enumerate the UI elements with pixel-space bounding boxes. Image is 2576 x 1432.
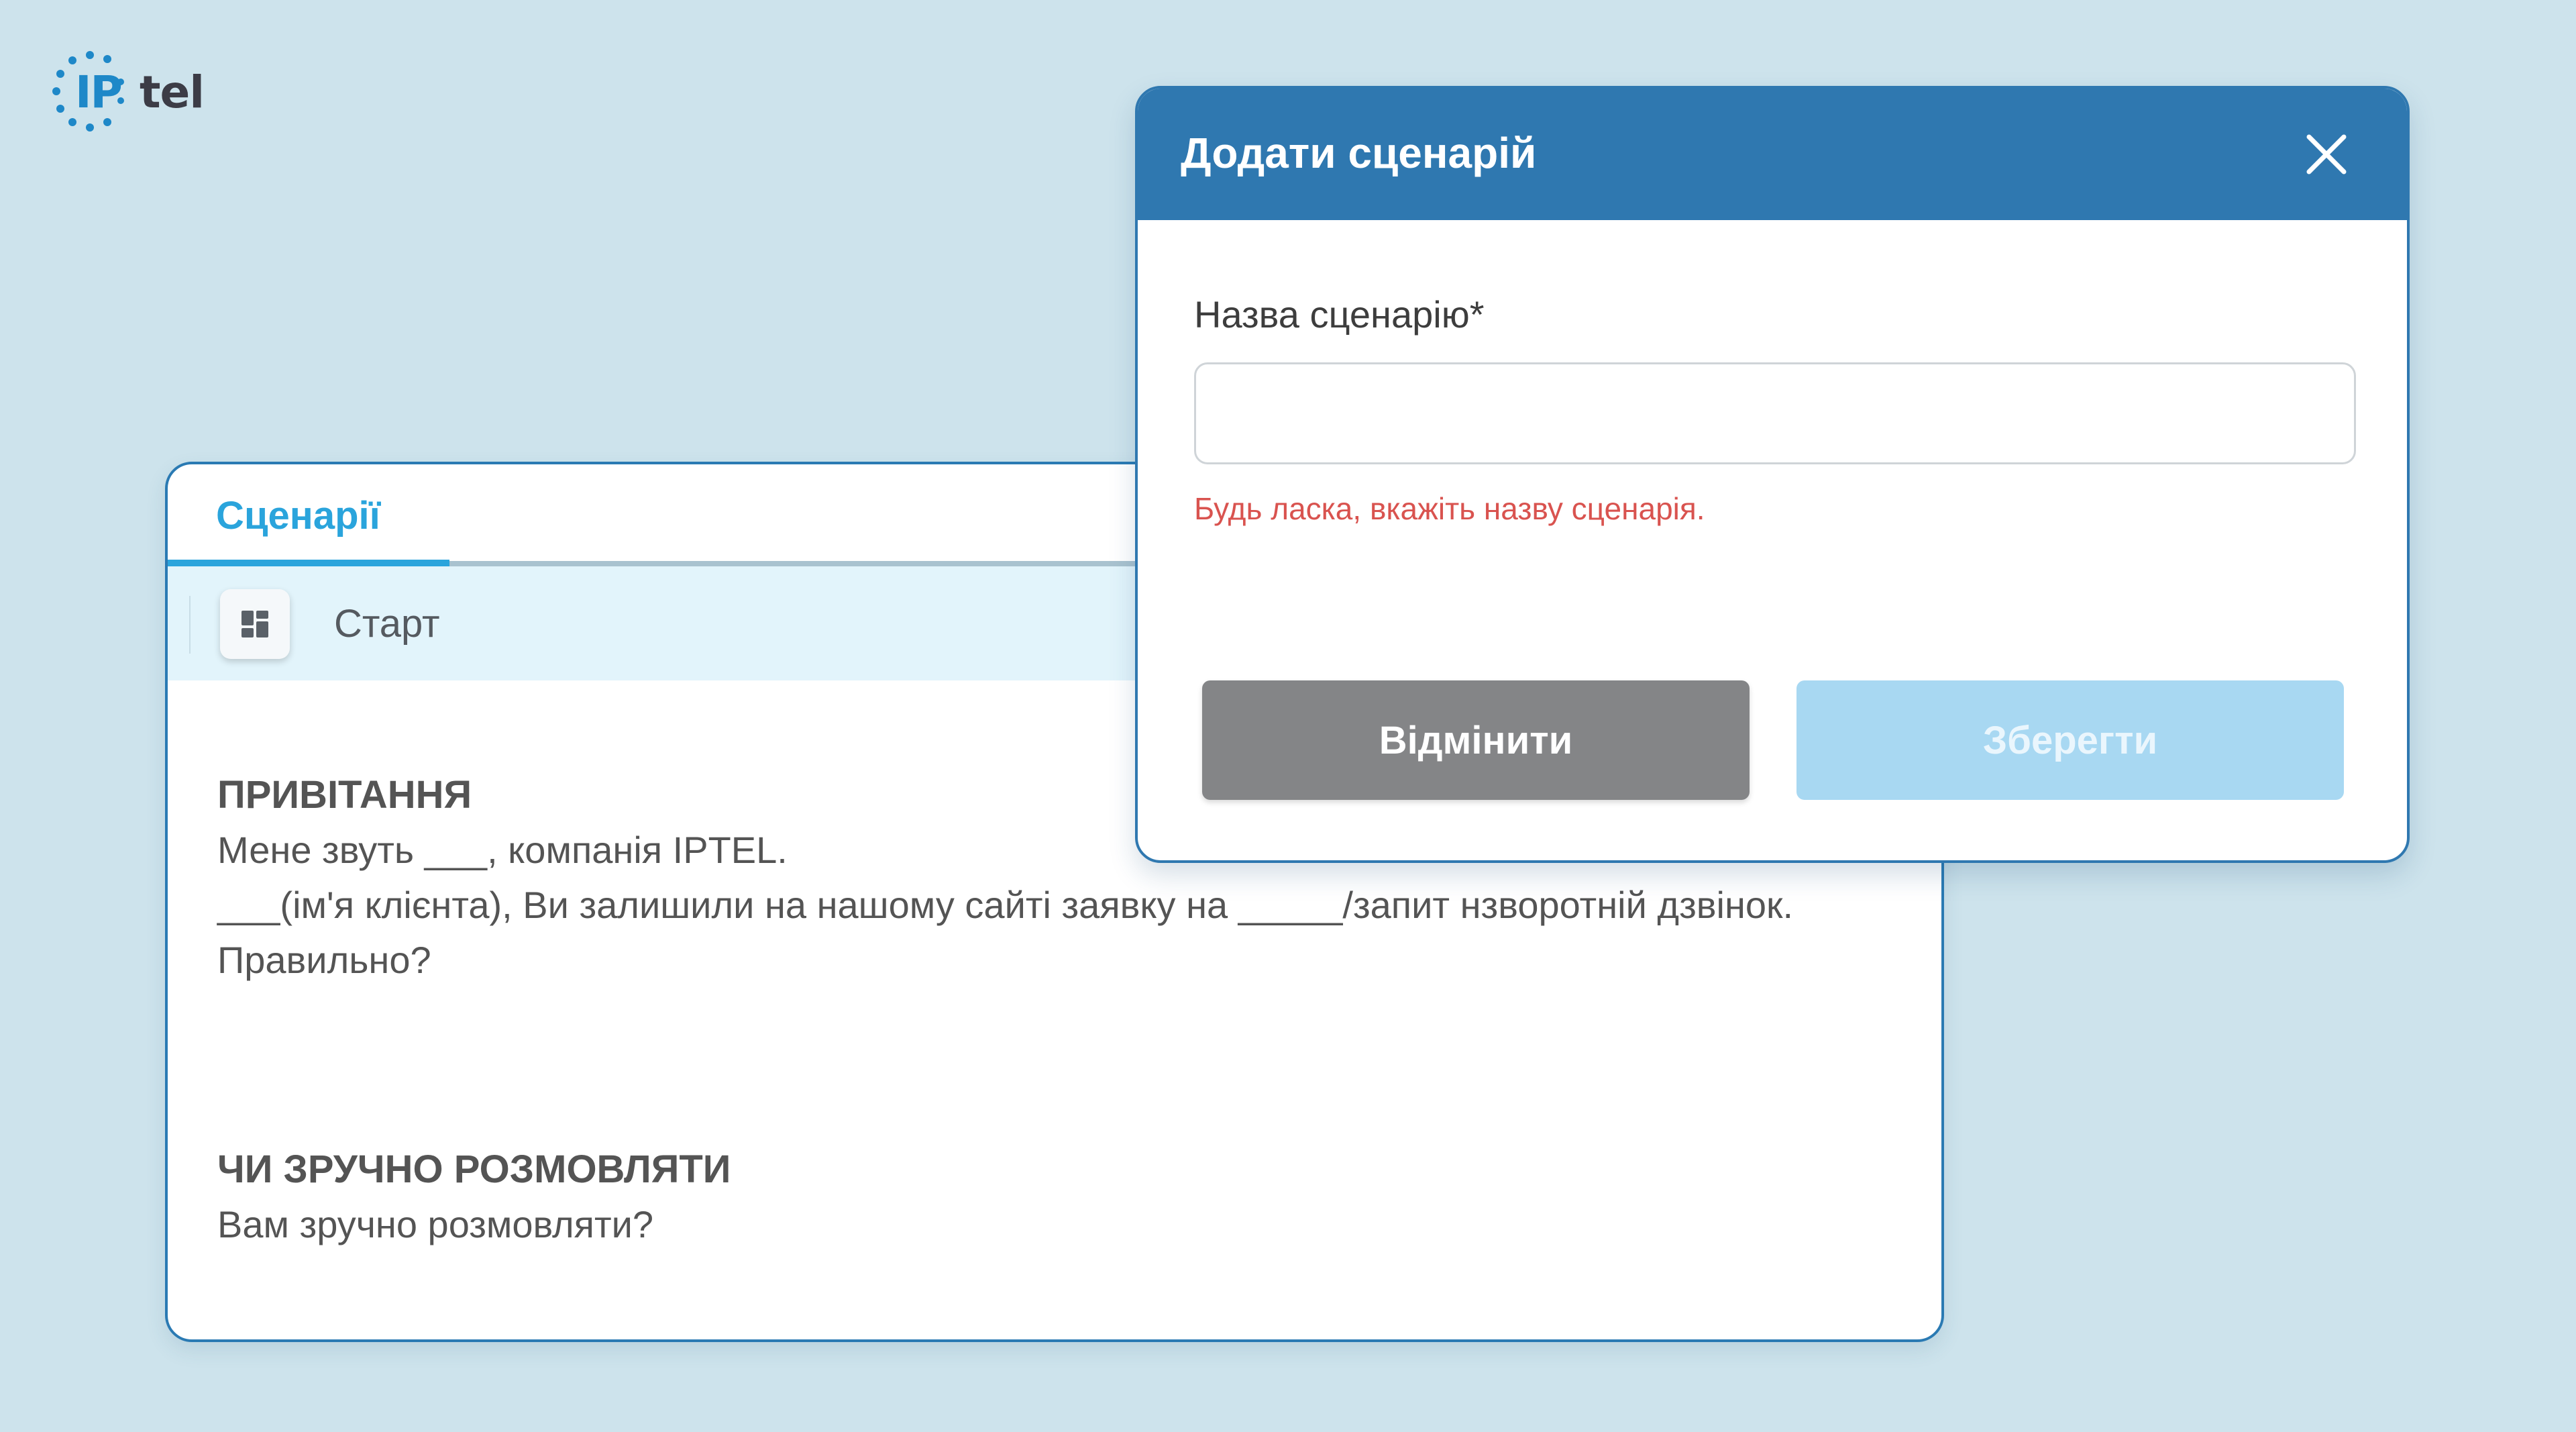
logo-tel-text: tel bbox=[140, 66, 205, 118]
section-line: Вам зручно розмовляти? bbox=[217, 1203, 654, 1245]
tab-scripts[interactable]: Сценарії bbox=[168, 464, 449, 566]
dialog-title: Додати сценарій bbox=[1181, 129, 1537, 177]
dialog-header: Додати сценарій bbox=[1138, 89, 2407, 220]
scenario-name-input[interactable] bbox=[1194, 362, 2356, 464]
scenario-name-error: Будь ласка, вкажіть назву сценарія. bbox=[1194, 491, 1705, 526]
start-icon-button[interactable] bbox=[220, 589, 290, 659]
cancel-button[interactable]: Відмінити bbox=[1202, 680, 1750, 800]
section-title: ЧИ ЗРУЧНО РОЗМОВЛЯТИ bbox=[217, 1147, 731, 1191]
script-section-convenient: ЧИ ЗРУЧНО РОЗМОВЛЯТИ Вам зручно розмовля… bbox=[217, 1142, 1901, 1252]
section-line: Правильно? bbox=[217, 939, 431, 981]
add-scenario-dialog: Додати сценарій Назва сценарію* Будь лас… bbox=[1135, 86, 2410, 863]
section-line: ___(ім'я клієнта), Ви залишили на нашому… bbox=[217, 884, 1794, 926]
dashboard-icon bbox=[241, 611, 268, 637]
close-icon bbox=[2306, 134, 2347, 174]
row-divider bbox=[189, 596, 191, 654]
logo-ip-text: IP bbox=[75, 66, 123, 118]
scenario-name-label: Назва сценарію* bbox=[1194, 293, 1485, 336]
iptel-logo: IP tel bbox=[51, 50, 219, 137]
start-label: Старт bbox=[334, 602, 440, 646]
close-button[interactable] bbox=[2302, 130, 2351, 178]
save-button[interactable]: Зберегти bbox=[1796, 680, 2344, 800]
tab-scripts-label: Сценарії bbox=[216, 494, 380, 538]
